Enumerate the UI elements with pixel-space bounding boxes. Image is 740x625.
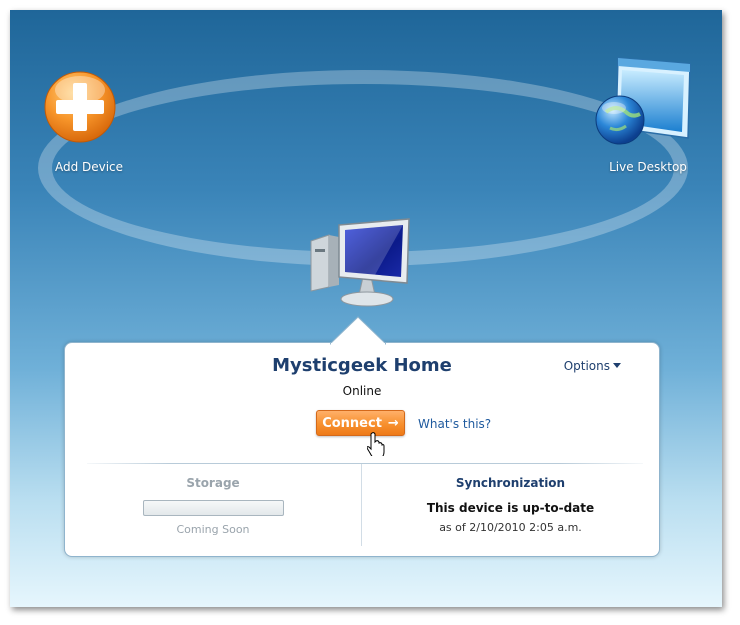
- options-label: Options: [563, 359, 610, 373]
- live-desktop-button[interactable]: Live Desktop: [592, 50, 702, 190]
- add-device-label: Add Device: [54, 160, 124, 174]
- sync-section: Synchronization This device is up-to-dat…: [362, 464, 659, 556]
- storage-note: Coming Soon: [176, 523, 250, 536]
- connect-label: Connect: [322, 416, 382, 431]
- sync-timestamp: as of 2/10/2010 2:05 a.m.: [439, 521, 582, 534]
- options-menu[interactable]: Options: [564, 359, 621, 373]
- panel-pointer: [330, 316, 386, 345]
- device-status: Online: [342, 384, 382, 398]
- sync-title: Synchronization: [455, 476, 566, 490]
- globe-window-icon: [595, 57, 691, 145]
- monitor-icon: [310, 218, 410, 307]
- storage-section: Storage Coming Soon: [65, 464, 361, 556]
- hand-cursor-icon: [367, 432, 385, 456]
- connect-button[interactable]: Connect →: [316, 410, 405, 436]
- device-panel: Mysticgeek Home Options Online Connect → …: [64, 316, 660, 557]
- storage-title: Storage: [186, 476, 240, 490]
- chevron-down-icon: [613, 363, 621, 368]
- storage-progress-bar: [142, 500, 284, 516]
- sync-status: This device is up-to-date: [426, 501, 595, 515]
- plus-icon: [44, 71, 116, 143]
- live-desktop-label: Live Desktop: [609, 160, 687, 174]
- live-mesh-window: Add Device Live Desktop Mysticgeek Home …: [10, 10, 722, 607]
- whats-this-link[interactable]: What's this?: [418, 417, 491, 431]
- arrow-right-icon: →: [387, 416, 399, 431]
- add-device-button[interactable]: Add Device: [40, 70, 140, 190]
